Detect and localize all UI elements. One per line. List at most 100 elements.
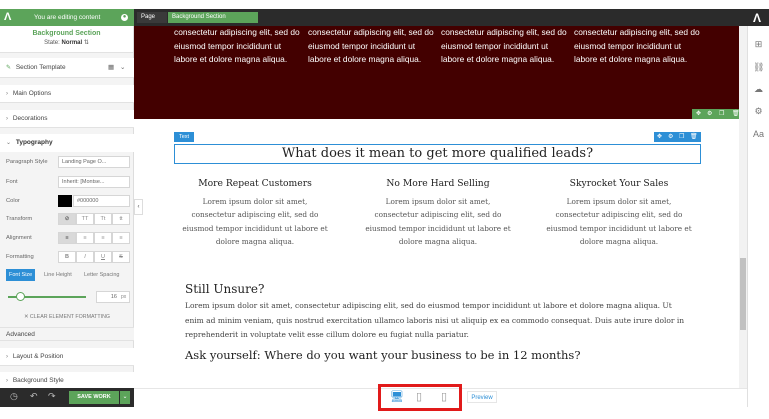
formatting-label: Formatting <box>6 254 34 260</box>
state-selector[interactable]: State: Normal ⇅ <box>0 39 133 46</box>
add-element-icon[interactable]: ⊞ <box>753 39 764 50</box>
font-select[interactable]: Inherit: [Montse... <box>58 176 130 188</box>
scrollbar-thumb[interactable] <box>740 258 746 330</box>
font-size-unit[interactable]: px <box>121 294 126 300</box>
feature-body: Lorem ipsum dolor sit amet, consectetur … <box>182 197 328 246</box>
feature-column[interactable]: No More Hard Selling Lorem ipsum dolor s… <box>363 178 513 248</box>
paragraph-style-label: Paragraph Style <box>6 159 48 165</box>
editing-banner: Λ You are editing content ● <box>0 9 134 26</box>
tab-font-size[interactable]: Font Size <box>6 269 36 281</box>
section-template-row[interactable]: ✎ Section Template ▦ ⌄ <box>0 58 134 78</box>
feature-title: More Repeat Customers <box>198 178 312 189</box>
transform-uppercase-button[interactable]: TT <box>76 213 94 225</box>
ask-yourself-heading[interactable]: Ask yourself: Where do you want your bus… <box>185 348 581 362</box>
text-element-tag[interactable]: Text <box>174 132 195 142</box>
underline-button[interactable]: U <box>94 251 112 263</box>
color-input[interactable]: #000000 <box>73 195 130 207</box>
canvas-scrollbar[interactable] <box>739 26 747 388</box>
typography-row[interactable]: ⌄ Typography <box>0 134 134 152</box>
desktop-view-icon[interactable]: 🖥 <box>390 390 404 403</box>
chevron-down-icon[interactable]: ⌄ <box>120 58 125 78</box>
maroon-column-text[interactable]: consectetur adipiscing elit, sed do eius… <box>441 26 569 67</box>
chevron-right-icon: › <box>6 378 8 384</box>
clear-formatting-label: CLEAR ELEMENT FORMATTING <box>29 314 111 320</box>
editor-canvas[interactable]: consectetur adipiscing elit, sed do eius… <box>134 26 747 388</box>
more-icon[interactable]: ● <box>121 14 128 21</box>
breadcrumb-page[interactable]: Page <box>137 12 167 23</box>
transform-none-button[interactable]: ⊘ <box>58 213 76 225</box>
panel-footer: ◷ ↶ ↷ SAVE WORK ⌄ <box>0 388 134 407</box>
alignment-label: Alignment <box>6 235 32 241</box>
tab-line-height[interactable]: Line Height <box>44 269 72 281</box>
align-right-icon[interactable]: ≡ <box>94 232 112 244</box>
move-icon[interactable]: ✥ <box>657 133 662 140</box>
save-options-chevron-icon[interactable]: ⌄ <box>120 391 130 404</box>
move-icon[interactable]: ✥ <box>696 110 701 117</box>
layout-position-row[interactable]: › Layout & Position <box>0 348 134 366</box>
save-work-button[interactable]: SAVE WORK <box>69 391 119 404</box>
transform-capitalize-button[interactable]: Tt <box>94 213 112 225</box>
delete-icon[interactable]: 🗑 <box>690 133 698 140</box>
italic-button[interactable]: I <box>76 251 94 263</box>
section-heading[interactable]: What does it mean to get more qualified … <box>174 144 701 164</box>
paragraph-style-select[interactable]: Landing Page O... <box>58 156 130 168</box>
duplicate-icon[interactable]: ❐ <box>679 133 684 140</box>
main-options-row[interactable]: › Main Options <box>0 85 134 103</box>
redo-icon[interactable]: ↷ <box>48 391 56 402</box>
state-label: State: <box>44 40 60 46</box>
section-toolbar: ✥ ⚙ ❐ 🗑 <box>692 109 744 119</box>
history-icon[interactable]: ◷ <box>10 391 18 402</box>
align-left-icon[interactable]: ≡ <box>58 232 76 244</box>
text-element-toolbar: ✥ ⚙ ❐ 🗑 <box>654 132 701 142</box>
collapse-panel-button[interactable]: ‹ <box>134 199 143 215</box>
advanced-row[interactable]: Advanced <box>0 327 134 341</box>
tablet-view-icon[interactable]: ▯ <box>416 390 422 403</box>
tab-letter-spacing[interactable]: Letter Spacing <box>84 269 119 281</box>
preview-button[interactable]: Preview <box>467 391 497 403</box>
duplicate-icon[interactable]: ❐ <box>719 110 724 117</box>
decorations-label: Decorations <box>12 115 48 122</box>
still-unsure-heading[interactable]: Still Unsure? <box>185 282 264 296</box>
bold-button[interactable]: B <box>58 251 76 263</box>
align-center-icon[interactable]: ≡ <box>76 232 94 244</box>
advanced-label: Advanced <box>6 331 35 338</box>
decorations-row[interactable]: › Decorations <box>0 110 134 128</box>
color-swatch[interactable] <box>58 195 72 207</box>
paragraph-style-row: Paragraph Style Landing Page O... <box>0 156 134 170</box>
mobile-view-icon[interactable]: ▯ <box>441 390 447 403</box>
clear-formatting-button[interactable]: ✕ CLEAR ELEMENT FORMATTING <box>0 314 134 324</box>
settings-icon[interactable]: ⚙ <box>668 133 673 140</box>
chevron-right-icon: › <box>6 354 8 360</box>
state-value[interactable]: Normal <box>61 40 82 46</box>
font-size-slider-handle[interactable] <box>16 292 25 301</box>
still-unsure-body[interactable]: Lorem ipsum dolor sit amet, consectetur … <box>185 299 690 343</box>
chevron-right-icon: › <box>6 91 8 97</box>
state-dropdown-icon[interactable]: ⇅ <box>84 40 89 46</box>
thrive-logo-right-icon: Λ <box>752 11 761 25</box>
template-icon[interactable]: ▦ <box>108 58 114 78</box>
link-icon[interactable]: ⛓ <box>753 62 764 73</box>
maroon-section[interactable]: consectetur adipiscing elit, sed do eius… <box>134 26 747 119</box>
align-justify-icon[interactable]: ≡ <box>112 232 130 244</box>
settings-icon[interactable]: ⚙ <box>707 110 712 117</box>
transform-row: Transform ⊘ TT Tt tt <box>0 213 134 227</box>
undo-icon[interactable]: ↶ <box>30 391 38 402</box>
maroon-column-text[interactable]: consectetur adipiscing elit, sed do eius… <box>174 26 302 67</box>
color-row: Color #000000 <box>0 195 134 209</box>
cloud-icon[interactable]: ☁ <box>753 84 764 95</box>
feature-column[interactable]: More Repeat Customers Lorem ipsum dolor … <box>180 178 330 248</box>
feature-column[interactable]: Skyrocket Your Sales Lorem ipsum dolor s… <box>544 178 694 248</box>
breadcrumb-background-section[interactable]: Background Section <box>168 12 258 23</box>
alignment-row: Alignment ≡ ≡ ≡ ≡ <box>0 232 134 246</box>
maroon-column-text[interactable]: consectetur adipiscing elit, sed do eius… <box>574 26 702 67</box>
feature-title: No More Hard Selling <box>386 178 490 189</box>
strikethrough-button[interactable]: S <box>112 251 130 263</box>
background-style-label: Background Style <box>12 377 64 384</box>
right-toolbar: ⊞ ⛓ ☁ ⚙ Aa <box>747 26 769 407</box>
maroon-column-text[interactable]: consectetur adipiscing elit, sed do eius… <box>308 26 436 67</box>
typography-icon[interactable]: Aa <box>753 129 764 140</box>
font-size-slider-row: 16 px <box>0 291 134 303</box>
sidebar-panel: Background Section State: Normal ⇅ ✎ Sec… <box>0 26 134 407</box>
gear-icon[interactable]: ⚙ <box>753 106 764 117</box>
transform-lowercase-button[interactable]: tt <box>112 213 130 225</box>
